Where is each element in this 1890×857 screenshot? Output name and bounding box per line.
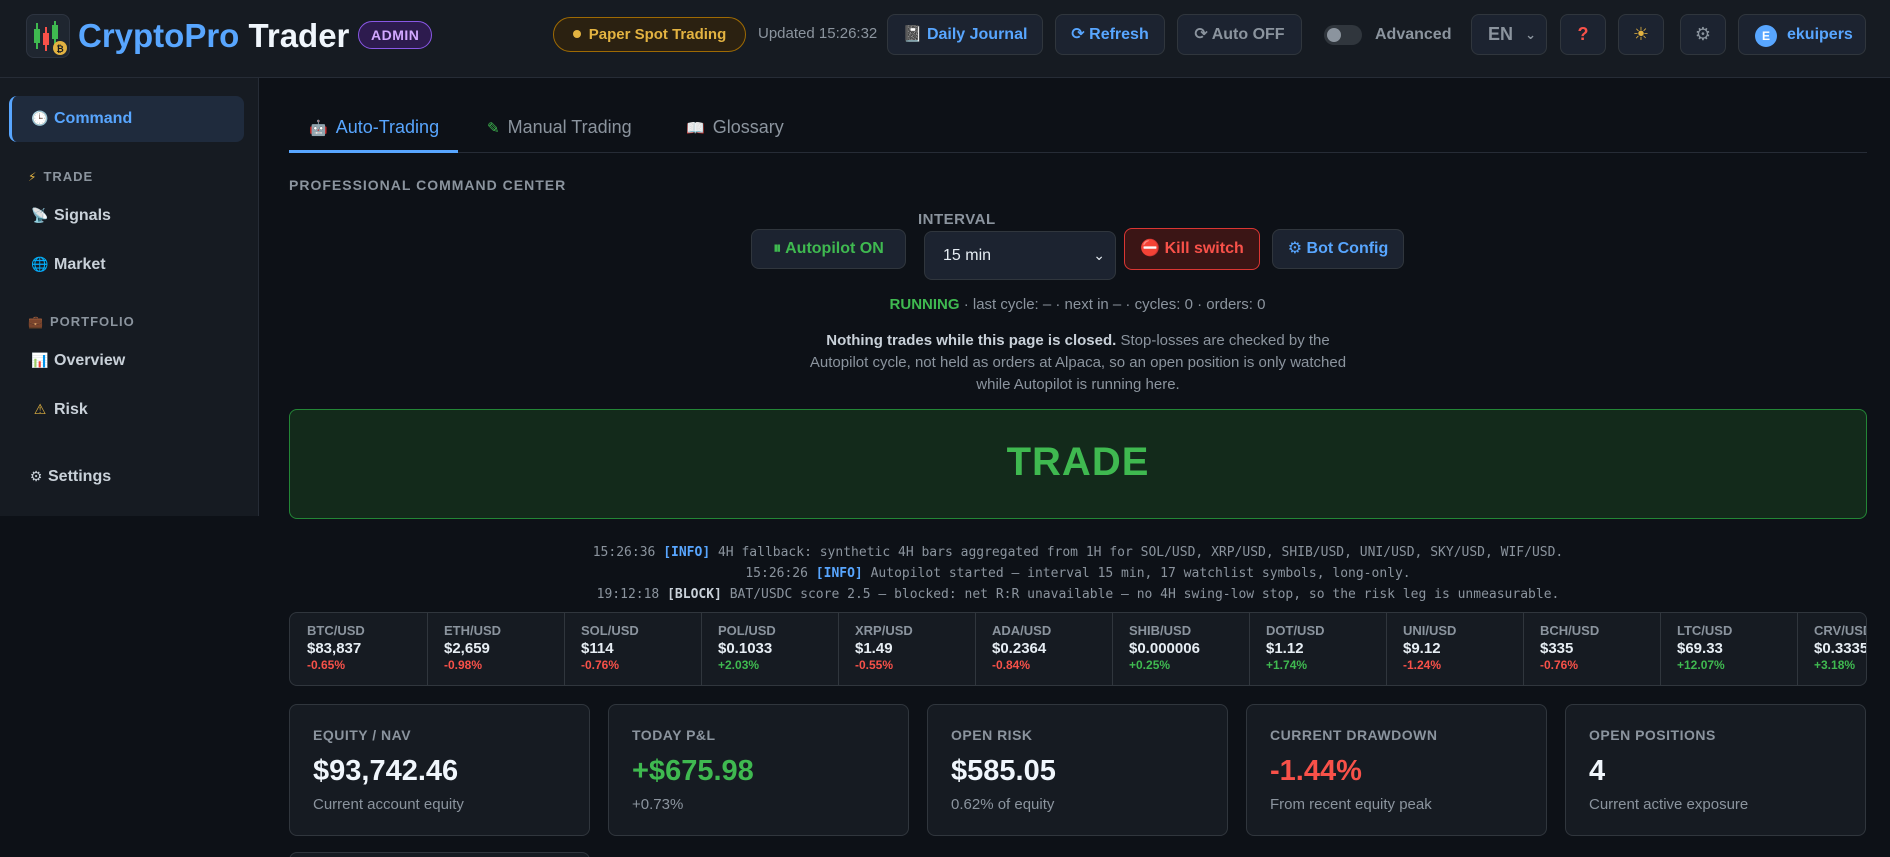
kpi-card-equity: EQUITY / NAV $93,742.46 Current account … bbox=[289, 704, 590, 836]
chevron-down-icon: ⌄ bbox=[1525, 27, 1536, 42]
globe-icon: 🌐 bbox=[31, 256, 49, 272]
activity-log: 15:26:36 [INFO] 4H fallback: synthetic 4… bbox=[289, 542, 1867, 605]
advanced-label: Advanced bbox=[1375, 26, 1452, 43]
clock-icon: 🕒 bbox=[31, 110, 49, 126]
kpi-card-open-risk: OPEN RISK $585.05 0.62% of equity bbox=[927, 704, 1228, 836]
briefcase-icon: 💼 bbox=[28, 315, 44, 329]
notebook-icon: 📓 bbox=[902, 26, 923, 43]
active-tab-indicator bbox=[289, 150, 458, 153]
sidebar-section-trade: ⚡ TRADE bbox=[28, 169, 94, 184]
log-line: 19:12:18 [BLOCK] BAT/USDC score 2.5 — bl… bbox=[596, 587, 1560, 602]
running-status: RUNNING bbox=[889, 296, 960, 313]
gear-icon: ⚙ bbox=[29, 468, 43, 484]
ticker-item[interactable]: UNI/USD $9.12 -1.24% bbox=[1386, 613, 1524, 685]
ticker-item[interactable]: DOT/USD $1.12 +1.74% bbox=[1249, 613, 1387, 685]
ticker-item[interactable]: XRP/USD $1.49 -0.55% bbox=[838, 613, 976, 685]
avatar: E bbox=[1755, 25, 1777, 47]
bot-config-button[interactable]: ⚙ Bot Config bbox=[1272, 229, 1404, 269]
refresh-icon: ⟳ bbox=[1071, 26, 1085, 43]
test-tube-icon: ✎ bbox=[487, 120, 500, 137]
bar-chart-icon: 📊 bbox=[31, 352, 49, 368]
trade-signal: TRADE bbox=[1006, 440, 1150, 484]
refresh-button[interactable]: ⟳ Refresh bbox=[1055, 14, 1165, 55]
sidebar-item-settings[interactable]: ⚙ Settings bbox=[28, 468, 111, 486]
daily-journal-button[interactable]: 📓 Daily Journal bbox=[887, 14, 1043, 55]
interval-select[interactable]: 15 min ⌄ bbox=[924, 231, 1116, 280]
advanced-toggle[interactable] bbox=[1324, 25, 1362, 45]
sidebar-item-signals[interactable]: 📡 Signals bbox=[30, 207, 111, 225]
sun-icon: ☀ bbox=[1632, 24, 1650, 44]
ticker-item[interactable]: BCH/USD $335 -0.76% bbox=[1523, 613, 1661, 685]
gear-icon: ⚙ bbox=[1287, 240, 1303, 257]
tab-divider bbox=[289, 152, 1867, 153]
sidebar-section-portfolio: 💼 PORTFOLIO bbox=[28, 314, 135, 329]
ticker-item[interactable]: SHIB/USD $0.000006 +0.25% bbox=[1112, 613, 1250, 685]
sidebar-item-risk[interactable]: ⚠ Risk bbox=[30, 401, 88, 419]
partial-card bbox=[289, 852, 590, 857]
satellite-dish-icon: 📡 bbox=[31, 207, 49, 223]
sidebar-item-market[interactable]: 🌐 Market bbox=[30, 256, 105, 274]
sidebar: 🕒 Command ⚡ TRADE 📡 Signals 🌐 Market 💼 PORTFO… bbox=[0, 78, 259, 516]
autopilot-button[interactable]: ⏸ Autopilot ON bbox=[751, 229, 906, 269]
kpi-card-drawdown: CURRENT DRAWDOWN -1.44% From recent equi… bbox=[1246, 704, 1547, 836]
section-title: PROFESSIONAL COMMAND CENTER bbox=[289, 177, 567, 193]
kill-switch-button[interactable]: ⛔ Kill switch bbox=[1124, 228, 1260, 270]
status-dot-icon bbox=[572, 30, 581, 38]
ticker-item[interactable]: POL/USD $0.1033 +2.03% bbox=[701, 613, 839, 685]
tab-glossary[interactable]: 📖 Glossary bbox=[686, 117, 784, 138]
tab-manual-trading[interactable]: ✎ Manual Trading bbox=[487, 117, 632, 138]
ticker-item[interactable]: ETH/USD $2,659 -0.98% bbox=[427, 613, 565, 685]
price-ticker[interactable]: BTC/USD $83,837 -0.65% ETH/USD $2,659 -0.98%… bbox=[289, 612, 1867, 686]
top-header: ₿ CryptoPro Trader ADMIN Paper Spot Trad… bbox=[0, 0, 1890, 78]
kpi-card-open-positions: OPEN POSITIONS 4 Current active exposure bbox=[1565, 704, 1866, 836]
stop-icon: ⛔ bbox=[1140, 240, 1161, 257]
ticker-item[interactable]: CRV/USD $0.3335 +3.18% bbox=[1797, 613, 1866, 685]
book-icon: 📖 bbox=[686, 120, 705, 137]
log-line: 15:26:26 [INFO] Autopilot started — inte… bbox=[745, 566, 1411, 581]
autopilot-warning: Nothing trades while this page is closed… bbox=[809, 332, 1347, 393]
user-menu-button[interactable]: E ekuipers bbox=[1738, 14, 1866, 55]
ticker-item[interactable]: LTC/USD $69.33 +12.07% bbox=[1660, 613, 1798, 685]
ticker-item[interactable]: ADA/USD $0.2364 -0.84% bbox=[975, 613, 1113, 685]
language-select[interactable]: EN ⌄ bbox=[1471, 14, 1547, 55]
tab-auto-trading[interactable]: 🤖 Auto-Trading bbox=[309, 117, 439, 138]
lightning-icon: ⚡ bbox=[28, 170, 38, 184]
auto-refresh-button[interactable]: ⟳ Auto OFF bbox=[1177, 14, 1302, 55]
sidebar-item-overview[interactable]: 📊 Overview bbox=[30, 352, 125, 370]
trade-signal-panel: TRADE bbox=[289, 409, 1867, 519]
app-title: CryptoPro Trader bbox=[78, 17, 350, 54]
sidebar-item-command[interactable]: 🕒 Command bbox=[30, 110, 132, 128]
settings-button[interactable]: ⚙ bbox=[1680, 14, 1726, 55]
warning-icon: ⚠ bbox=[33, 401, 47, 417]
log-line: 15:26:36 [INFO] 4H fallback: synthetic 4… bbox=[592, 545, 1564, 560]
updated-timestamp: Updated 15:26:32 bbox=[758, 25, 878, 42]
svg-text:₿: ₿ bbox=[56, 44, 63, 54]
pause-icon: ⏸ bbox=[773, 240, 782, 257]
help-button[interactable]: ? bbox=[1560, 14, 1606, 55]
toggle-knob bbox=[1327, 28, 1341, 42]
admin-badge: ADMIN bbox=[358, 21, 433, 49]
ticker-item[interactable]: SOL/USD $114 -0.76% bbox=[564, 613, 702, 685]
sync-icon: ⟳ bbox=[1194, 26, 1208, 43]
ticker-item[interactable]: BTC/USD $83,837 -0.65% bbox=[290, 613, 428, 685]
theme-toggle-button[interactable]: ☀ bbox=[1618, 14, 1664, 55]
chevron-down-icon: ⌄ bbox=[1093, 247, 1105, 263]
robot-icon: 🤖 bbox=[309, 120, 328, 137]
candlestick-chart-icon: ₿ bbox=[26, 14, 70, 58]
gear-icon: ⚙ bbox=[1694, 24, 1712, 44]
trading-mode-badge: Paper Spot Trading bbox=[553, 17, 746, 52]
username: ekuipers bbox=[1787, 26, 1853, 43]
autopilot-status: RUNNING · last cycle: – · next in – · cy… bbox=[889, 296, 1266, 313]
interval-label: INTERVAL bbox=[918, 211, 996, 228]
kpi-card-today-pnl: TODAY P&L +$675.98 +0.73% bbox=[608, 704, 909, 836]
question-icon: ? bbox=[1577, 24, 1589, 44]
